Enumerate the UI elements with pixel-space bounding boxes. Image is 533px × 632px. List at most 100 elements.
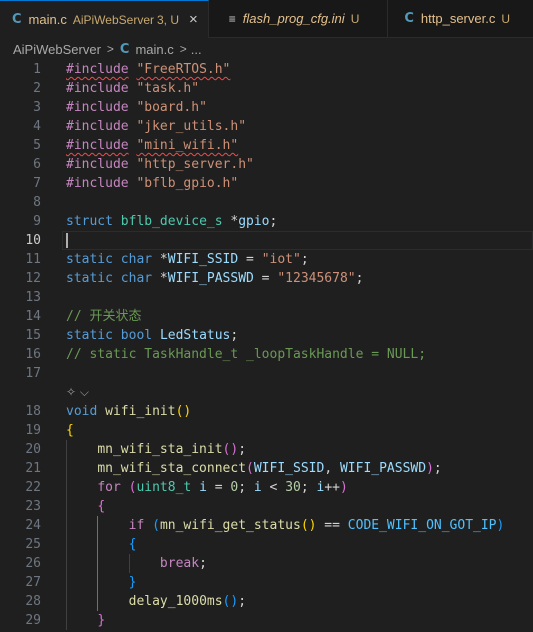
code-token: static bbox=[66, 328, 113, 343]
line-number: 4 bbox=[33, 119, 41, 134]
editor-tab-bar: C main.c AiPiWebServer 3, U × ≡ flash_pr… bbox=[0, 0, 533, 38]
c-file-icon: C bbox=[119, 41, 130, 57]
tab-flash-prog-cfg[interactable]: ≡ flash_prog_cfg.ini U bbox=[209, 0, 389, 37]
code-token: WIFI_PASSWD bbox=[339, 461, 427, 476]
code-text: if (mn_wifi_get_status() == CODE_WIFI_ON… bbox=[66, 516, 505, 535]
code-text: struct bflb_device_s *gpio; bbox=[66, 212, 277, 231]
code-text: #include "task.h" bbox=[66, 79, 199, 98]
code-token: i bbox=[199, 480, 207, 495]
code-token: #include bbox=[66, 157, 129, 172]
code-line: 23 { bbox=[0, 497, 533, 516]
tab-filename: main.c bbox=[28, 12, 67, 27]
code-line: 20 mn_wifi_sta_init(); bbox=[0, 440, 533, 459]
code-token: i bbox=[253, 480, 262, 495]
indent-guide bbox=[128, 554, 130, 573]
code-token: = bbox=[238, 252, 262, 267]
line-number: 16 bbox=[25, 347, 41, 362]
code-token: () bbox=[222, 594, 239, 609]
code-token: ; bbox=[269, 214, 278, 229]
code-text: // 开关状态 bbox=[66, 307, 141, 326]
tab-main-c[interactable]: C main.c AiPiWebServer 3, U × bbox=[0, 0, 209, 38]
line-number: 9 bbox=[33, 214, 41, 229]
code-text: } bbox=[66, 611, 105, 630]
code-editor[interactable]: 1 #include "FreeRTOS.h" 2 #include "task.h"… bbox=[0, 60, 533, 632]
code-token: ; bbox=[238, 442, 247, 457]
code-line: 9 struct bflb_device_s *gpio; bbox=[0, 212, 533, 231]
code-token: * bbox=[152, 271, 168, 286]
breadcrumb-folder[interactable]: AiPiWebServer bbox=[13, 42, 101, 57]
code-token: ( bbox=[246, 461, 254, 476]
c-file-icon: C bbox=[404, 11, 414, 26]
code-line: 28 delay_1000ms(); bbox=[0, 592, 533, 611]
code-token: ; bbox=[238, 594, 247, 609]
code-token: bflb_device_s bbox=[120, 214, 223, 229]
code-token: ; bbox=[355, 271, 364, 286]
breadcrumb-file[interactable]: main.c bbox=[135, 42, 173, 57]
code-token: ; bbox=[199, 556, 207, 571]
close-icon[interactable]: × bbox=[189, 11, 198, 28]
code-token: break bbox=[159, 556, 200, 571]
line-number: 17 bbox=[25, 366, 41, 381]
code-token: static bbox=[66, 271, 113, 286]
line-number: 11 bbox=[25, 252, 41, 267]
code-token: // static TaskHandle_t _loopTaskHandle =… bbox=[66, 347, 427, 362]
code-token: uint8_t bbox=[136, 480, 192, 495]
copilot-sparkle-icon[interactable]: ✧ ⌵ bbox=[66, 383, 89, 402]
code-line: 19 { bbox=[0, 421, 533, 440]
tab-filename: flash_prog_cfg.ini bbox=[242, 11, 345, 26]
code-line: 15 static bool LedStatus; bbox=[0, 326, 533, 345]
line-number: 8 bbox=[33, 195, 41, 210]
line-number: 7 bbox=[33, 176, 41, 191]
breadcrumb-symbols[interactable]: ... bbox=[191, 42, 202, 57]
code-text: { bbox=[66, 535, 137, 554]
code-token: "mini_wifi.h" bbox=[136, 138, 239, 153]
code-token: // 开关状态 bbox=[66, 309, 142, 324]
code-token: = bbox=[206, 480, 231, 495]
code-line: 8 bbox=[0, 193, 533, 212]
code-token: delay_1000ms bbox=[128, 594, 223, 609]
code-text: #include "http_server.h" bbox=[66, 155, 254, 174]
code-text: static char *WIFI_PASSWD = "12345678"; bbox=[66, 269, 363, 288]
line-number: 24 bbox=[25, 518, 41, 533]
code-line: 6 #include "http_server.h" bbox=[0, 155, 533, 174]
code-token: { bbox=[66, 423, 74, 438]
code-token: ) bbox=[339, 480, 348, 495]
text-cursor bbox=[66, 233, 68, 248]
line-number: 20 bbox=[25, 442, 41, 457]
code-line: 11 static char *WIFI_SSID = "iot"; bbox=[0, 250, 533, 269]
code-line: 29 } bbox=[0, 611, 533, 630]
code-token: CODE_WIFI_ON_GOT_IP bbox=[347, 518, 497, 533]
tab-http-server-c[interactable]: C http_server.c U bbox=[388, 0, 520, 37]
line-number: 26 bbox=[25, 556, 41, 571]
line-number: 25 bbox=[25, 537, 41, 552]
code-text: mn_wifi_sta_connect(WIFI_SSID, WIFI_PASS… bbox=[66, 459, 441, 478]
code-token: mn_wifi_get_status bbox=[159, 518, 301, 533]
code-token: "board.h" bbox=[136, 100, 207, 115]
code-line: 22 for (uint8_t i = 0; i < 30; i++) bbox=[0, 478, 533, 497]
code-text: break; bbox=[66, 554, 207, 573]
code-line: 7 #include "bflb_gpio.h" bbox=[0, 174, 533, 193]
code-token: #include bbox=[66, 138, 129, 153]
line-number: 5 bbox=[33, 138, 41, 153]
code-text: delay_1000ms(); bbox=[66, 592, 246, 611]
code-text: static char *WIFI_SSID = "iot"; bbox=[66, 250, 309, 269]
code-text: #include "FreeRTOS.h" bbox=[66, 60, 230, 79]
code-token: = bbox=[253, 271, 278, 286]
code-line: 1 #include "FreeRTOS.h" bbox=[0, 60, 533, 79]
code-text: } bbox=[66, 573, 137, 592]
code-token: "FreeRTOS.h" bbox=[136, 62, 231, 77]
code-token: , bbox=[324, 461, 340, 476]
code-token: if bbox=[128, 518, 145, 533]
current-line-highlight bbox=[62, 231, 533, 250]
code-token: () bbox=[222, 442, 239, 457]
code-text: { bbox=[66, 497, 105, 516]
line-number: 19 bbox=[25, 423, 41, 438]
line-number: 10 bbox=[25, 233, 41, 248]
code-token: wifi_init bbox=[105, 404, 176, 419]
